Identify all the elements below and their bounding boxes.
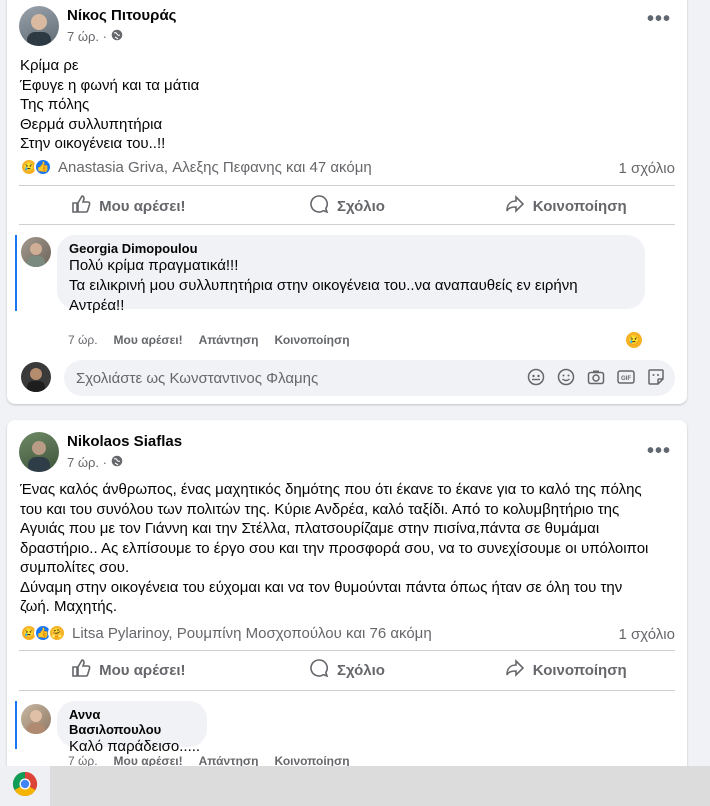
comment-time[interactable]: 7 ώρ. bbox=[68, 333, 98, 347]
post-line: Έφυγε η φωνή και τα μάτια bbox=[20, 76, 200, 94]
like-label: Μου αρέσει! bbox=[99, 197, 186, 215]
care-reaction-icon: 🤗 bbox=[48, 624, 66, 642]
comment-line: Τα ειλικρινή μου συλλυπητήρια στην οικογ… bbox=[69, 277, 578, 294]
divider bbox=[19, 224, 675, 225]
reactions-text: Anastasia Griva, Αλεξης Πεφανης και 47 α… bbox=[58, 158, 372, 176]
sticker-icon[interactable] bbox=[647, 368, 665, 390]
post-line: Κρίμα ρε bbox=[20, 57, 79, 74]
taskbar bbox=[0, 766, 710, 806]
avatar-sticker-icon[interactable] bbox=[527, 368, 545, 390]
post-line: Θερμά συλλυπητήρια bbox=[20, 115, 163, 133]
reactions-text: Litsa Pylarinoy, Ρουμπίνη Μοσχοπούλου κα… bbox=[72, 624, 432, 642]
share-button[interactable]: Κοινοποίηση bbox=[456, 653, 675, 687]
divider bbox=[19, 690, 675, 691]
post-actions: Μου αρέσει! Σχόλιο Κοινοποίηση bbox=[19, 189, 675, 223]
share-label: Κοινοποίηση bbox=[532, 661, 627, 679]
post-line: Δύναμη στην οικογένεια του εύχομαι και ν… bbox=[20, 578, 623, 596]
like-icon bbox=[71, 194, 91, 218]
comment-line: Πολύ κρίμα πραγματικά!!! bbox=[69, 257, 239, 274]
comment-input[interactable]: Σχολιάστε ως Κωνσταντινος Φλαμης GIF bbox=[64, 360, 675, 396]
divider bbox=[19, 650, 675, 651]
like-icon bbox=[71, 658, 91, 682]
current-user-avatar bbox=[21, 362, 51, 392]
post-line: Ένας καλός άνθρωπος, ένας μαχητικός δημό… bbox=[20, 481, 642, 498]
post-line: ζωή. Μαχητής. bbox=[20, 598, 118, 615]
comment-reply-button[interactable]: Απάντηση bbox=[199, 333, 259, 347]
post-card: Nikolaos Siaflas 7 ώρ. · ••• Ένας καλός … bbox=[7, 420, 687, 806]
post-actions: Μου αρέσει! Σχόλιο Κοινοποίηση bbox=[19, 653, 675, 687]
camera-icon[interactable] bbox=[587, 368, 605, 390]
globe-icon bbox=[111, 29, 123, 44]
post-meta: 7 ώρ. · bbox=[67, 29, 123, 44]
author-name[interactable]: Nikolaos Siaflas bbox=[67, 433, 182, 450]
svg-text:GIF: GIF bbox=[621, 376, 631, 382]
author-name[interactable]: Νίκος Πιτουράς bbox=[67, 7, 176, 24]
share-icon bbox=[505, 658, 525, 682]
emoji-icon[interactable] bbox=[557, 368, 575, 390]
share-button[interactable]: Κοινοποίηση bbox=[456, 189, 675, 223]
comment-icon bbox=[309, 194, 329, 218]
post-line: συμπολίτες σου. bbox=[20, 559, 130, 576]
post-line: Στην οικογένεια του..!! bbox=[20, 135, 166, 152]
like-button[interactable]: Μου αρέσει! bbox=[19, 653, 238, 687]
comment-placeholder: Σχολιάστε ως Κωνσταντινος Φλαμης bbox=[76, 369, 319, 387]
author-avatar[interactable] bbox=[19, 432, 59, 472]
post-body: Κρίμα ρε Έφυγε η φωνή και τα μάτια Της π… bbox=[20, 56, 199, 154]
comment-tools: GIF bbox=[527, 368, 665, 390]
comment-button[interactable]: Σχόλιο bbox=[238, 189, 457, 223]
like-reaction-icon: 👍 bbox=[34, 158, 52, 176]
comment-thread-line bbox=[15, 701, 17, 749]
more-icon[interactable]: ••• bbox=[647, 8, 671, 31]
comment-bubble: Georgia Dimopoulou Πολύ κρίμα πραγματικά… bbox=[57, 235, 645, 314]
post-line: Της πόλης bbox=[20, 96, 90, 113]
commenter-avatar[interactable] bbox=[21, 704, 51, 734]
post-card: Νίκος Πιτουράς 7 ώρ. · ••• Κρίμα ρε Έφυγ… bbox=[7, 0, 687, 404]
post-time[interactable]: 7 ώρ. · bbox=[67, 455, 107, 470]
gif-icon[interactable]: GIF bbox=[617, 368, 635, 390]
reactions-summary[interactable]: 😢 👍 Anastasia Griva, Αλεξης Πεφανης και … bbox=[20, 158, 372, 176]
post-time[interactable]: 7 ώρ. · bbox=[67, 29, 107, 44]
share-label: Κοινοποίηση bbox=[532, 197, 627, 215]
comment-icon bbox=[309, 658, 329, 682]
comment-line: Αντρέα!! bbox=[69, 297, 125, 314]
post-line: Αγυιάς που με τον Γιάννη και την Στέλλα,… bbox=[20, 520, 600, 537]
comment-share-button[interactable]: Κοινοποίηση bbox=[274, 333, 349, 347]
chrome-taskbar-button[interactable] bbox=[0, 766, 50, 806]
comment-bubble: Αννα Βασιλοπουλου Καλό παράδεισο..... bbox=[57, 701, 207, 755]
divider bbox=[19, 185, 675, 186]
like-button[interactable]: Μου αρέσει! bbox=[19, 189, 238, 223]
comment-actions: 7 ώρ. Μου αρέσει! Απάντηση Κοινοποίηση bbox=[68, 333, 350, 347]
post-line: δραστήριο.. Ας ελπίσουμε το έργο σου και… bbox=[20, 539, 649, 557]
comment-count[interactable]: 1 σχόλιο bbox=[619, 626, 675, 643]
comment-label: Σχόλιο bbox=[337, 197, 385, 215]
comment-thread-line bbox=[15, 235, 17, 311]
more-icon[interactable]: ••• bbox=[647, 440, 671, 463]
post-body: Ένας καλός άνθρωπος, ένας μαχητικός δημό… bbox=[20, 480, 648, 617]
like-label: Μου αρέσει! bbox=[99, 661, 186, 679]
comment-count[interactable]: 1 σχόλιο bbox=[619, 160, 675, 177]
commenter-avatar[interactable] bbox=[21, 237, 51, 267]
comment-label: Σχόλιο bbox=[337, 661, 385, 679]
comment-like-button[interactable]: Μου αρέσει! bbox=[114, 333, 183, 347]
reactions-summary[interactable]: 😢 👍 🤗 Litsa Pylarinoy, Ρουμπίνη Μοσχοπού… bbox=[20, 624, 432, 642]
share-icon bbox=[505, 194, 525, 218]
sad-reaction-icon[interactable]: 😢 bbox=[624, 330, 644, 350]
post-line: του και του συνόλου των πολιτών της. Κύρ… bbox=[20, 500, 620, 518]
commenter-name[interactable]: Georgia Dimopoulou bbox=[69, 241, 633, 256]
globe-icon bbox=[111, 455, 123, 470]
comment-button[interactable]: Σχόλιο bbox=[238, 653, 457, 687]
chrome-icon bbox=[12, 771, 38, 802]
author-avatar[interactable] bbox=[19, 6, 59, 46]
commenter-name[interactable]: Αννα Βασιλοπουλου bbox=[69, 707, 195, 737]
post-meta: 7 ώρ. · bbox=[67, 455, 123, 470]
